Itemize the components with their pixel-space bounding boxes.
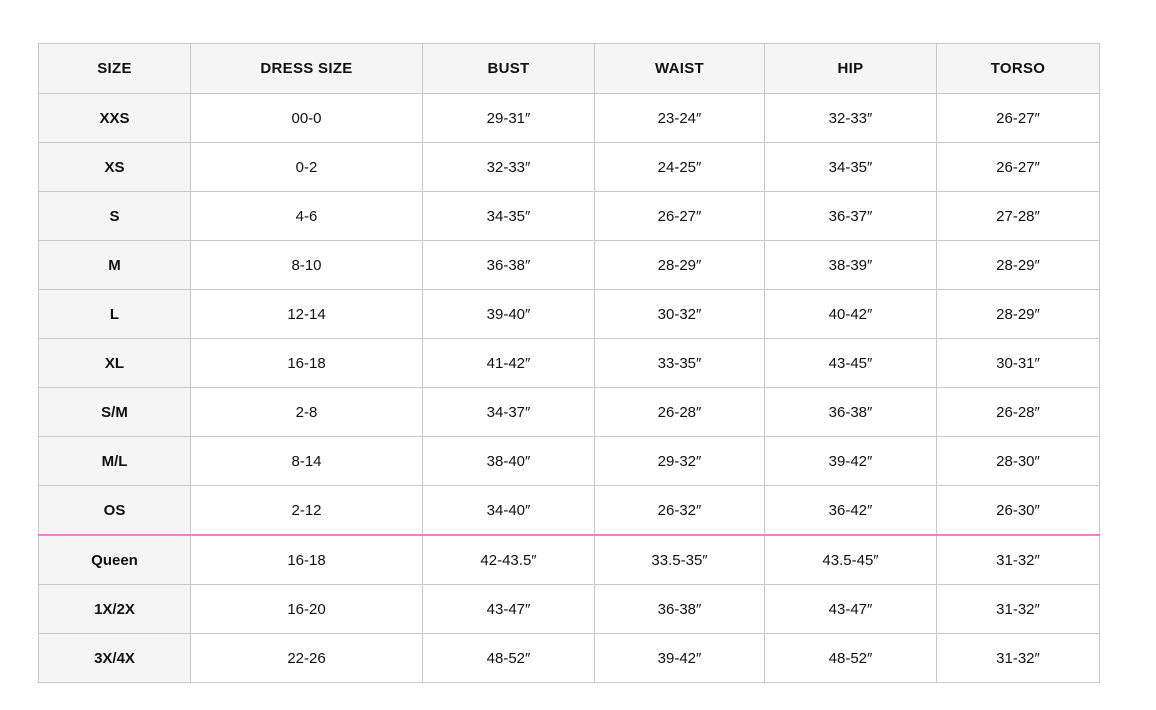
size-cell: XS: [38, 142, 191, 192]
dress-size-cell: 16-18: [190, 338, 423, 388]
waist-cell: 36-38″: [594, 584, 765, 634]
hip-cell: 36-37″: [764, 191, 937, 241]
hip-cell: 34-35″: [764, 142, 937, 192]
hip-cell: 36-38″: [764, 387, 937, 437]
torso-cell: 31-32″: [936, 584, 1100, 634]
waist-cell: 23-24″: [594, 93, 765, 143]
waist-cell: 33-35″: [594, 338, 765, 388]
bust-cell: 42-43.5″: [422, 534, 595, 585]
torso-cell: 28-30″: [936, 436, 1100, 486]
hip-cell: 43-45″: [764, 338, 937, 388]
torso-cell: 26-27″: [936, 93, 1100, 143]
dress-size-cell: 4-6: [190, 191, 423, 241]
table-row: S/M 2-8 34-37″ 26-28″ 36-38″ 26-28″: [38, 387, 1100, 437]
torso-cell: 28-29″: [936, 289, 1100, 339]
bust-cell: 48-52″: [422, 633, 595, 683]
torso-cell: 26-27″: [936, 142, 1100, 192]
torso-cell: 26-28″: [936, 387, 1100, 437]
dress-size-cell: 8-10: [190, 240, 423, 290]
size-cell: S/M: [38, 387, 191, 437]
dress-size-cell: 00-0: [190, 93, 423, 143]
column-header-bust: BUST: [422, 43, 595, 94]
dress-size-cell: 16-20: [190, 584, 423, 634]
torso-cell: 31-32″: [936, 633, 1100, 683]
torso-cell: 27-28″: [936, 191, 1100, 241]
size-cell: OS: [38, 485, 191, 536]
size-cell: XL: [38, 338, 191, 388]
size-cell: Queen: [38, 534, 191, 585]
waist-cell: 26-32″: [594, 485, 765, 536]
size-cell: 1X/2X: [38, 584, 191, 634]
torso-cell: 26-30″: [936, 485, 1100, 536]
size-chart-body: XXS 00-0 29-31″ 23-24″ 32-33″ 26-27″ XS 0-2 32-3…: [38, 93, 1100, 683]
table-row: L 12-14 39-40″ 30-32″ 40-42″ 28-29″: [38, 289, 1100, 339]
torso-cell: 30-31″: [936, 338, 1100, 388]
size-cell: XXS: [38, 93, 191, 143]
table-row: Queen 16-18 42-43.5″ 33.5-35″ 43.5-45″ 31-32″: [38, 534, 1100, 585]
bust-cell: 34-40″: [422, 485, 595, 536]
size-chart-table: SIZE DRESS SIZE BUST WAIST HIP TORSO XXS…: [38, 43, 1100, 683]
torso-cell: 28-29″: [936, 240, 1100, 290]
table-row: OS 2-12 34-40″ 26-32″ 36-42″ 26-30″: [38, 485, 1100, 536]
waist-cell: 24-25″: [594, 142, 765, 192]
size-cell: M: [38, 240, 191, 290]
waist-cell: 28-29″: [594, 240, 765, 290]
torso-cell: 31-32″: [936, 534, 1100, 585]
hip-cell: 32-33″: [764, 93, 937, 143]
dress-size-cell: 16-18: [190, 534, 423, 585]
bust-cell: 41-42″: [422, 338, 595, 388]
bust-cell: 43-47″: [422, 584, 595, 634]
waist-cell: 39-42″: [594, 633, 765, 683]
column-header-hip: HIP: [764, 43, 937, 94]
bust-cell: 34-35″: [422, 191, 595, 241]
column-header-dress-size: DRESS SIZE: [190, 43, 423, 94]
table-row: M 8-10 36-38″ 28-29″ 38-39″ 28-29″: [38, 240, 1100, 290]
hip-cell: 39-42″: [764, 436, 937, 486]
dress-size-cell: 22-26: [190, 633, 423, 683]
bust-cell: 38-40″: [422, 436, 595, 486]
table-row: XS 0-2 32-33″ 24-25″ 34-35″ 26-27″: [38, 142, 1100, 192]
dress-size-cell: 2-12: [190, 485, 423, 536]
table-row: S 4-6 34-35″ 26-27″ 36-37″ 27-28″: [38, 191, 1100, 241]
bust-cell: 32-33″: [422, 142, 595, 192]
size-cell: S: [38, 191, 191, 241]
table-row: 1X/2X 16-20 43-47″ 36-38″ 43-47″ 31-32″: [38, 584, 1100, 634]
hip-cell: 36-42″: [764, 485, 937, 536]
waist-cell: 26-27″: [594, 191, 765, 241]
hip-cell: 48-52″: [764, 633, 937, 683]
waist-cell: 30-32″: [594, 289, 765, 339]
bust-cell: 29-31″: [422, 93, 595, 143]
column-header-size: SIZE: [38, 43, 191, 94]
hip-cell: 40-42″: [764, 289, 937, 339]
size-cell: M/L: [38, 436, 191, 486]
table-row: M/L 8-14 38-40″ 29-32″ 39-42″ 28-30″: [38, 436, 1100, 486]
column-header-torso: TORSO: [936, 43, 1100, 94]
size-cell: 3X/4X: [38, 633, 191, 683]
table-row: XL 16-18 41-42″ 33-35″ 43-45″ 30-31″: [38, 338, 1100, 388]
bust-cell: 36-38″: [422, 240, 595, 290]
dress-size-cell: 2-8: [190, 387, 423, 437]
table-row: XXS 00-0 29-31″ 23-24″ 32-33″ 26-27″: [38, 93, 1100, 143]
column-header-waist: WAIST: [594, 43, 765, 94]
dress-size-cell: 0-2: [190, 142, 423, 192]
waist-cell: 33.5-35″: [594, 534, 765, 585]
hip-cell: 38-39″: [764, 240, 937, 290]
dress-size-cell: 12-14: [190, 289, 423, 339]
dress-size-cell: 8-14: [190, 436, 423, 486]
header-row: SIZE DRESS SIZE BUST WAIST HIP TORSO: [38, 43, 1100, 94]
hip-cell: 43-47″: [764, 584, 937, 634]
waist-cell: 29-32″: [594, 436, 765, 486]
table-row: 3X/4X 22-26 48-52″ 39-42″ 48-52″ 31-32″: [38, 633, 1100, 683]
hip-cell: 43.5-45″: [764, 534, 937, 585]
size-cell: L: [38, 289, 191, 339]
bust-cell: 39-40″: [422, 289, 595, 339]
waist-cell: 26-28″: [594, 387, 765, 437]
bust-cell: 34-37″: [422, 387, 595, 437]
